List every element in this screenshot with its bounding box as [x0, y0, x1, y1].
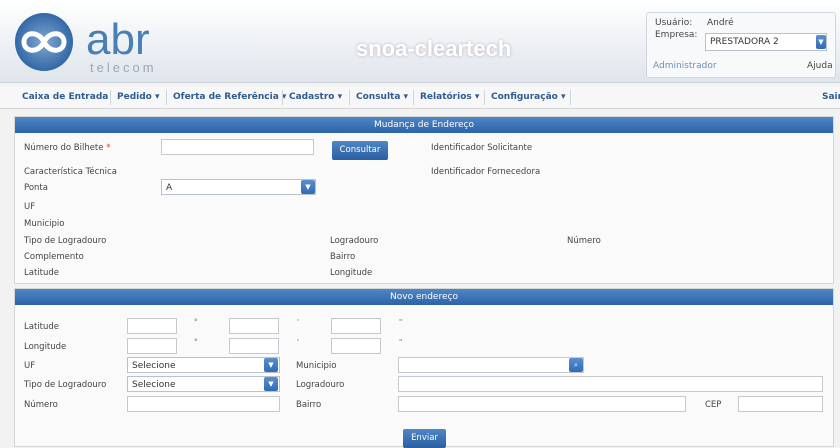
- menu-query[interactable]: Consulta ▾: [356, 87, 408, 108]
- point-label: Ponta: [24, 183, 48, 193]
- longitude-seconds-input[interactable]: [331, 338, 381, 354]
- minute-symbol: ': [297, 318, 299, 326]
- complement-label: Complemento: [24, 252, 84, 262]
- menu-settings[interactable]: Configuração ▾: [491, 87, 565, 108]
- section-title-new-address: Novo endereço: [15, 289, 833, 305]
- second-symbol: ": [399, 338, 403, 346]
- ticket-number-input[interactable]: [161, 139, 314, 155]
- menu-reference-offer[interactable]: Oferta de Referência ▾: [173, 87, 286, 108]
- brand-name: abr: [86, 15, 150, 64]
- menu-divider: [349, 90, 350, 105]
- brand-subtitle: telecom: [90, 60, 157, 75]
- menu-divider: [166, 90, 167, 105]
- latitude-label: Latitude: [24, 268, 59, 278]
- degree-symbol: °: [194, 318, 198, 326]
- ticket-number-label-text: Número do Bilhete: [24, 143, 104, 153]
- chevron-down-icon[interactable]: ▼: [264, 358, 278, 372]
- point-select-value: A: [166, 183, 173, 193]
- menu-register[interactable]: Cadastro ▾: [289, 87, 342, 108]
- new-longitude-label: Longitude: [24, 342, 67, 352]
- send-button[interactable]: Enviar: [403, 429, 446, 448]
- menu-reports[interactable]: Relatórios ▾: [420, 87, 479, 108]
- menu-inbox[interactable]: Caixa de Entrada: [22, 87, 108, 108]
- address-change-panel: Mudança de Endereço: [14, 116, 834, 284]
- consult-button[interactable]: Consultar: [332, 141, 388, 160]
- new-number-label: Número: [24, 400, 58, 410]
- cep-label: CEP: [705, 400, 722, 410]
- uf-label: UF: [24, 202, 36, 212]
- cep-input[interactable]: [738, 396, 823, 412]
- district-input[interactable]: [398, 396, 686, 412]
- app-header: abr telecom snoa-cleartech Usuário: Andr…: [0, 0, 840, 83]
- chevron-down-icon[interactable]: ▼: [264, 377, 278, 391]
- number-input[interactable]: [127, 396, 280, 412]
- latitude-minutes-input[interactable]: [229, 318, 279, 334]
- company-select[interactable]: PRESTADORA 2: [705, 33, 827, 51]
- new-district-label: Bairro: [296, 400, 322, 410]
- longitude-degrees-input[interactable]: [127, 338, 177, 354]
- logout-link[interactable]: Sair: [822, 87, 840, 108]
- longitude-label: Longitude: [330, 268, 373, 278]
- street-type-select[interactable]: Selecione: [127, 376, 280, 392]
- latitude-degrees-input[interactable]: [127, 318, 177, 334]
- latitude-seconds-input[interactable]: [331, 318, 381, 334]
- menu-divider: [282, 90, 283, 105]
- new-city-label: Municipio: [296, 361, 337, 371]
- required-mark: *: [106, 143, 111, 153]
- menu-divider: [110, 90, 111, 105]
- requester-id-label: Identificador Solicitante: [431, 143, 533, 153]
- chevron-down-icon[interactable]: ▼: [816, 35, 826, 49]
- menu-order[interactable]: Pedido ▾: [117, 87, 160, 108]
- number-label: Número: [567, 236, 601, 246]
- street-label: Logradouro: [330, 236, 379, 246]
- district-label: Bairro: [330, 252, 356, 262]
- new-uf-label: UF: [24, 361, 36, 371]
- section-title-address-change: Mudança de Endereço: [15, 117, 833, 133]
- menu-divider: [570, 90, 571, 105]
- longitude-minutes-input[interactable]: [229, 338, 279, 354]
- street-input[interactable]: [398, 376, 823, 392]
- city-input[interactable]: [398, 357, 584, 373]
- abr-logo-icon: [15, 13, 73, 71]
- company-label: Empresa:: [655, 30, 698, 40]
- second-symbol: ": [399, 318, 403, 326]
- supplier-id-label: Identificador Fornecedora: [431, 167, 541, 177]
- app-title: snoa-cleartech: [356, 36, 512, 61]
- minute-symbol: ': [297, 338, 299, 346]
- street-type-select-value: Selecione: [132, 380, 176, 390]
- uf-select[interactable]: Selecione: [127, 357, 280, 373]
- new-street-label: Logradouro: [296, 380, 345, 390]
- main-menu: Caixa de Entrada Pedido ▾ Oferta de Refe…: [0, 87, 840, 109]
- technical-feature-label: Característica Técnica: [24, 167, 117, 177]
- user-role: Administrador: [653, 61, 717, 71]
- street-type-label: Tipo de Logradouro: [24, 236, 107, 246]
- user-label: Usuário:: [655, 18, 693, 28]
- uf-select-value: Selecione: [132, 361, 176, 371]
- menu-divider: [413, 90, 414, 105]
- point-select[interactable]: A: [161, 179, 316, 195]
- help-link[interactable]: Ajuda: [807, 61, 833, 71]
- chevron-down-icon[interactable]: ▼: [301, 180, 315, 194]
- new-latitude-label: Latitude: [24, 322, 59, 332]
- search-icon[interactable]: ⌕: [569, 358, 583, 372]
- user-name: André: [707, 18, 734, 28]
- company-select-value: PRESTADORA 2: [710, 37, 779, 47]
- degree-symbol: °: [194, 338, 198, 346]
- new-street-type-label: Tipo de Logradouro: [24, 380, 107, 390]
- city-label: Municipio: [24, 219, 65, 229]
- menu-divider: [484, 90, 485, 105]
- user-box: Usuário: André Empresa: PRESTADORA 2 ▼ A…: [646, 12, 836, 78]
- ticket-number-label: Número do Bilhete *: [24, 143, 110, 153]
